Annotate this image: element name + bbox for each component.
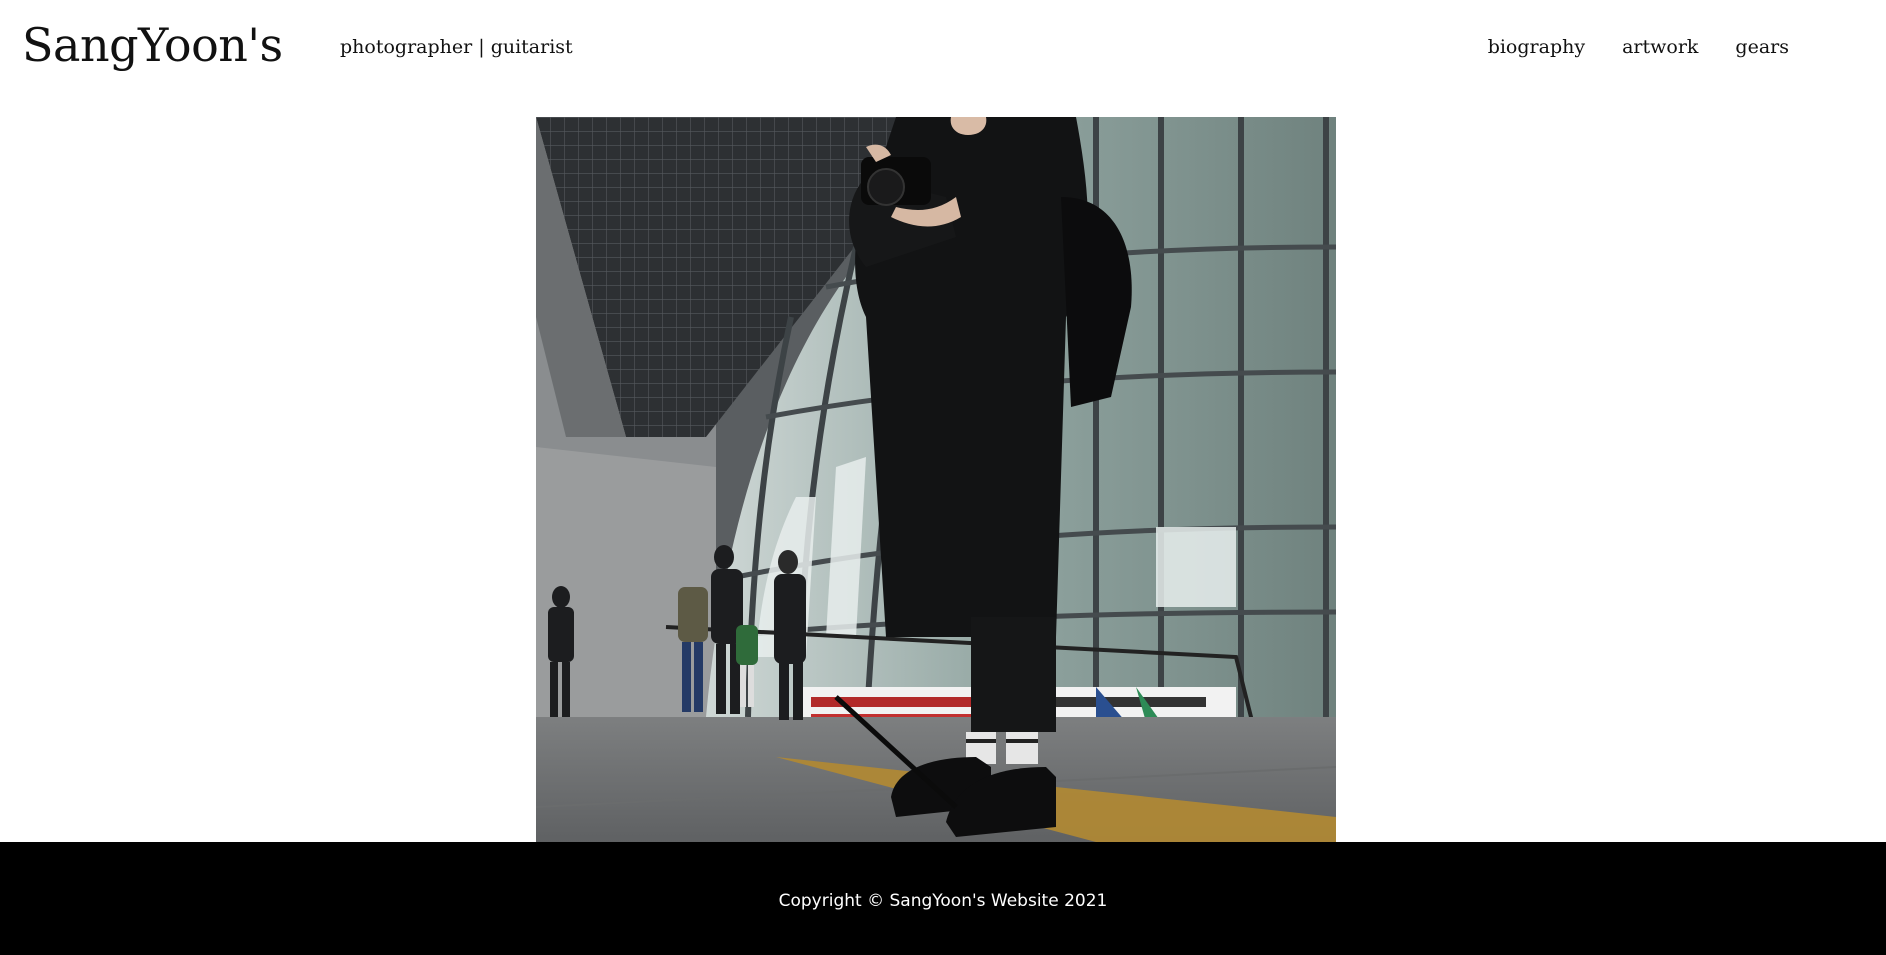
site-tagline: photographer | guitarist: [340, 36, 573, 58]
main-nav: biography artwork gears: [1488, 33, 1789, 61]
site-footer: Copyright © SangYoon's Website 2021: [0, 842, 1886, 955]
copyright-text: Copyright © SangYoon's Website 2021: [778, 891, 1108, 911]
nav-link-gears[interactable]: gears: [1735, 33, 1789, 61]
site-logo[interactable]: SangYoon's: [22, 12, 283, 78]
site-header: SangYoon's photographer | guitarist biog…: [0, 0, 1886, 117]
hero-photo: [536, 117, 1336, 842]
nav-link-artwork[interactable]: artwork: [1622, 33, 1698, 61]
nav-link-biography[interactable]: biography: [1488, 33, 1585, 61]
